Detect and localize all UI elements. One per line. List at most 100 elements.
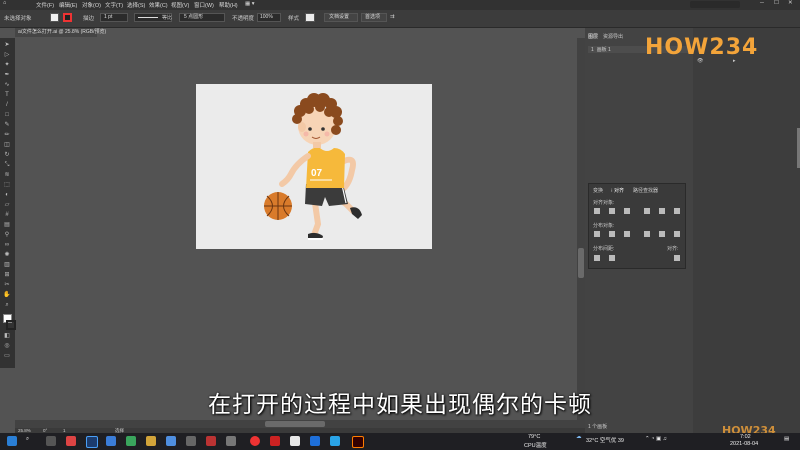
task-view-icon[interactable] [46, 436, 56, 446]
distribute-vcenter-icon[interactable] [609, 231, 615, 237]
prefs-button[interactable]: 首选项 [361, 13, 387, 22]
mesh-icon[interactable]: # [3, 212, 11, 218]
type-tool-icon[interactable]: T [3, 92, 11, 98]
menu-view[interactable]: 视图(V) [171, 1, 189, 9]
distribute-top-icon[interactable] [594, 231, 600, 237]
style-swatch[interactable] [305, 13, 315, 22]
record-icon[interactable] [250, 436, 260, 446]
menu-file[interactable]: 文件(F) [36, 1, 54, 9]
distribute-left-icon[interactable] [644, 231, 650, 237]
app-icon-chat[interactable] [330, 436, 340, 446]
workspace-icon[interactable]: ▦ ▾ [245, 1, 255, 7]
magic-wand-icon[interactable]: ✦ [3, 62, 11, 68]
app-icon-browser[interactable] [310, 436, 320, 446]
screen-mode-icon[interactable]: ▭ [3, 353, 11, 359]
vertical-scrollbar[interactable] [577, 38, 585, 428]
home-icon[interactable]: ⌂ [3, 0, 6, 6]
direct-selection-icon[interactable]: ▷ [3, 52, 11, 58]
acrobat-icon[interactable] [270, 436, 280, 446]
perspective-icon[interactable]: ▱ [3, 202, 11, 208]
doc-setup-button[interactable]: 文档设置 [324, 13, 358, 22]
photoshop-icon[interactable] [86, 436, 98, 448]
distribute-bottom-icon[interactable] [624, 231, 630, 237]
start-icon[interactable] [7, 436, 17, 446]
align-top-icon[interactable] [644, 208, 650, 214]
rectangle-tool-icon[interactable]: □ [3, 112, 11, 118]
app-icon-dark-red[interactable] [206, 436, 216, 446]
zoom-tool-icon[interactable]: ⌕ [3, 302, 11, 308]
tab-layers[interactable]: 图层 [588, 33, 598, 40]
weather-icon[interactable]: ☁ [576, 434, 582, 440]
tray-icons[interactable]: ⌃ ◔ ▣ ♫ [645, 436, 667, 442]
close-icon[interactable]: ✕ [788, 0, 793, 6]
distribute-hcenter-icon[interactable] [659, 231, 665, 237]
artboard[interactable]: 07 [196, 84, 432, 249]
maximize-icon[interactable]: ☐ [774, 0, 779, 6]
width-tool-icon[interactable]: ≋ [3, 172, 11, 178]
arrange-icon[interactable]: ⇉ [390, 14, 395, 20]
app-icon-gray[interactable] [186, 436, 196, 446]
app-icon-green[interactable] [126, 436, 136, 446]
curvature-icon[interactable]: ∿ [3, 82, 11, 88]
align-bottom-icon[interactable] [674, 208, 680, 214]
align-right-icon[interactable] [624, 208, 630, 214]
tab-pathfinder[interactable]: 路径查找器 [633, 187, 658, 194]
shape-builder-icon[interactable]: ◐ [3, 192, 11, 198]
tab-transform[interactable]: 变换 [593, 187, 603, 194]
minimize-icon[interactable]: ─ [760, 0, 764, 6]
align-left-icon[interactable] [594, 208, 600, 214]
draw-mode-icon[interactable]: ◎ [3, 343, 11, 349]
slice-tool-icon[interactable]: ✂ [3, 282, 11, 288]
graph-tool-icon[interactable]: ▥ [3, 262, 11, 268]
spacing-horizontal-icon[interactable] [609, 255, 615, 261]
hand-tool-icon[interactable]: ✋ [3, 292, 11, 298]
notification-icon[interactable]: ▤ [784, 436, 789, 442]
menu-object[interactable]: 对象(O) [82, 1, 101, 9]
rotate-icon[interactable]: ↻ [3, 152, 11, 158]
paintbrush-icon[interactable]: ✎ [3, 122, 11, 128]
menu-help[interactable]: 帮助(H) [219, 1, 238, 9]
horizontal-scrollbar[interactable] [15, 420, 577, 428]
stroke-color-icon[interactable] [6, 320, 16, 330]
opacity-input[interactable]: 100% [257, 13, 281, 22]
spacing-vertical-icon[interactable] [594, 255, 600, 261]
brush-select[interactable]: 5 点圆形 [179, 13, 225, 22]
blend-icon[interactable]: ∞ [3, 242, 11, 248]
menu-select[interactable]: 选择(S) [127, 1, 145, 9]
file-explorer-icon[interactable] [146, 436, 156, 446]
pen-tool-icon[interactable]: ✒ [3, 72, 11, 78]
line-tool-icon[interactable]: / [3, 102, 11, 108]
app-icon-blue[interactable] [106, 436, 116, 446]
scale-icon[interactable]: ⤡ [3, 162, 11, 168]
eraser-icon[interactable]: ◫ [3, 142, 11, 148]
clock-time[interactable]: 7:02 [740, 434, 751, 440]
menu-edit[interactable]: 编辑(E) [59, 1, 77, 9]
menu-effect[interactable]: 效果(C) [149, 1, 168, 9]
symbol-sprayer-icon[interactable]: ✺ [3, 252, 11, 258]
eyedropper-icon[interactable]: ⚲ [3, 232, 11, 238]
illustrator-icon[interactable] [352, 436, 364, 448]
align-hcenter-icon[interactable] [609, 208, 615, 214]
menu-window[interactable]: 窗口(W) [194, 1, 214, 9]
search-icon[interactable]: ⌕ [26, 436, 29, 443]
align-vcenter-icon[interactable] [659, 208, 665, 214]
align-to-selection-icon[interactable] [674, 255, 680, 261]
free-transform-icon[interactable]: ⬚ [3, 182, 11, 188]
menu-type[interactable]: 文字(T) [105, 1, 123, 9]
stroke-weight-input[interactable]: 1 pt [100, 13, 128, 22]
weather-text[interactable]: 32°C 空气优 39 [586, 436, 624, 444]
app-icon-red[interactable] [66, 436, 76, 446]
clock-date[interactable]: 2021-08-04 [730, 441, 758, 447]
document-tab[interactable]: ai文件怎么打开.ai @ 25.8% (RGB/预览) [15, 28, 106, 37]
tab-asset-export[interactable]: 资源导出 [603, 33, 623, 40]
color-mode-icon[interactable]: ◧ [3, 333, 11, 339]
app-icon-white[interactable] [290, 436, 300, 446]
artboard-tool-icon[interactable]: ⊞ [3, 272, 11, 278]
fill-swatch[interactable] [50, 13, 59, 22]
app-icon-cloud[interactable] [166, 436, 176, 446]
app-icon-slate[interactable] [226, 436, 236, 446]
tab-align[interactable]: ⁝ 对齐 [611, 187, 624, 194]
search-input[interactable] [690, 1, 740, 8]
distribute-right-icon[interactable] [674, 231, 680, 237]
selection-tool-icon[interactable]: ➤ [3, 42, 11, 48]
